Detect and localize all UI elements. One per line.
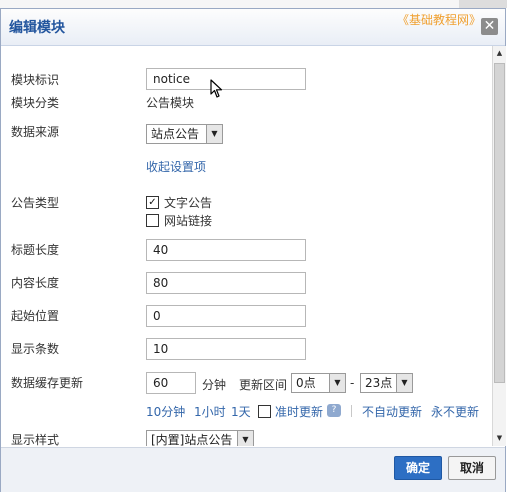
chevron-down-icon: ▼ [206, 125, 222, 143]
vertical-scrollbar[interactable]: ▲ ▼ [492, 46, 506, 446]
help-icon[interactable]: ? [327, 404, 341, 417]
dialog-titlebar[interactable]: 编辑模块 《基础教程网》 ✕ [1, 9, 505, 46]
display-count-input[interactable] [146, 338, 306, 360]
start-position-input[interactable] [146, 305, 306, 327]
notice-type-label: 公告类型 [11, 196, 60, 210]
text-notice-label: 文字公告 [164, 196, 213, 210]
cancel-button[interactable]: 取消 [448, 456, 496, 480]
site-link-label: 网站链接 [164, 214, 213, 228]
data-source-select[interactable]: 站点公告 ▼ [146, 124, 223, 144]
display-style-selected: [内置]站点公告 [151, 433, 233, 446]
cache-minutes-input[interactable] [146, 372, 196, 394]
dialog-content: 模块标识 模块分类 公告模块 数据来源 站点公告 ▼ 收起设置项 公告类型 ✓ … [1, 46, 492, 446]
start-position-label: 起始位置 [11, 309, 60, 323]
range-to-selected: 23点 [365, 376, 393, 390]
range-from-select[interactable]: 0点 ▼ [291, 373, 346, 393]
background-strip [0, 0, 507, 8]
scroll-down-icon[interactable]: ▼ [494, 432, 505, 445]
scrollbar-thumb[interactable] [494, 63, 505, 383]
scheduled-update-checkbox[interactable] [258, 405, 271, 418]
module-category-label: 模块分类 [11, 96, 60, 110]
content-length-input[interactable] [146, 272, 306, 294]
watermark-text: 《基础教程网》 [397, 13, 482, 27]
cache-unit-label: 分钟 [202, 378, 227, 392]
quick-link-1hour[interactable]: 1小时 [194, 403, 226, 420]
module-id-input[interactable] [146, 68, 306, 90]
module-id-label: 模块标识 [11, 73, 60, 87]
content-length-label: 内容长度 [11, 276, 60, 290]
display-style-select[interactable]: [内置]站点公告 ▼ [146, 430, 254, 446]
close-icon[interactable]: ✕ [481, 18, 498, 35]
mouse-cursor-icon [210, 79, 223, 98]
range-to-select[interactable]: 23点 ▼ [360, 373, 413, 393]
scheduled-update-label[interactable]: 准时更新 [275, 403, 323, 420]
range-separator: - [350, 376, 355, 390]
background-mark [459, 0, 507, 8]
cache-update-label: 数据缓存更新 [11, 376, 84, 390]
never-update-link[interactable]: 永不更新 [431, 403, 479, 420]
range-from-selected: 0点 [296, 376, 316, 390]
display-style-label: 显示样式 [11, 433, 60, 446]
quick-link-10min[interactable]: 10分钟 [146, 403, 185, 420]
collapse-settings-link[interactable]: 收起设置项 [146, 158, 206, 175]
text-notice-checkbox[interactable]: ✓ [146, 196, 159, 209]
site-link-checkbox[interactable] [146, 214, 159, 227]
confirm-button[interactable]: 确定 [394, 456, 442, 480]
dialog-footer: 确定 取消 [1, 447, 505, 492]
title-length-input[interactable] [146, 239, 306, 261]
title-length-label: 标题长度 [11, 243, 60, 257]
data-source-selected: 站点公告 [151, 127, 200, 141]
divider [351, 405, 352, 417]
display-count-label: 显示条数 [11, 342, 60, 356]
dialog-title: 编辑模块 [9, 20, 65, 36]
chevron-down-icon: ▼ [396, 374, 412, 392]
no-auto-update-link[interactable]: 不自动更新 [362, 403, 422, 420]
data-source-label: 数据来源 [11, 125, 60, 139]
scroll-up-icon[interactable]: ▲ [494, 47, 505, 60]
module-category-value: 公告模块 [146, 96, 195, 110]
chevron-down-icon: ▼ [329, 374, 345, 392]
quick-link-1day[interactable]: 1天 [231, 403, 251, 420]
chevron-down-icon: ▼ [237, 431, 253, 446]
update-range-label: 更新区间 [239, 378, 288, 392]
edit-module-dialog: 编辑模块 《基础教程网》 ✕ 模块标识 模块分类 公告模块 数据来源 站点公告 … [0, 8, 506, 492]
